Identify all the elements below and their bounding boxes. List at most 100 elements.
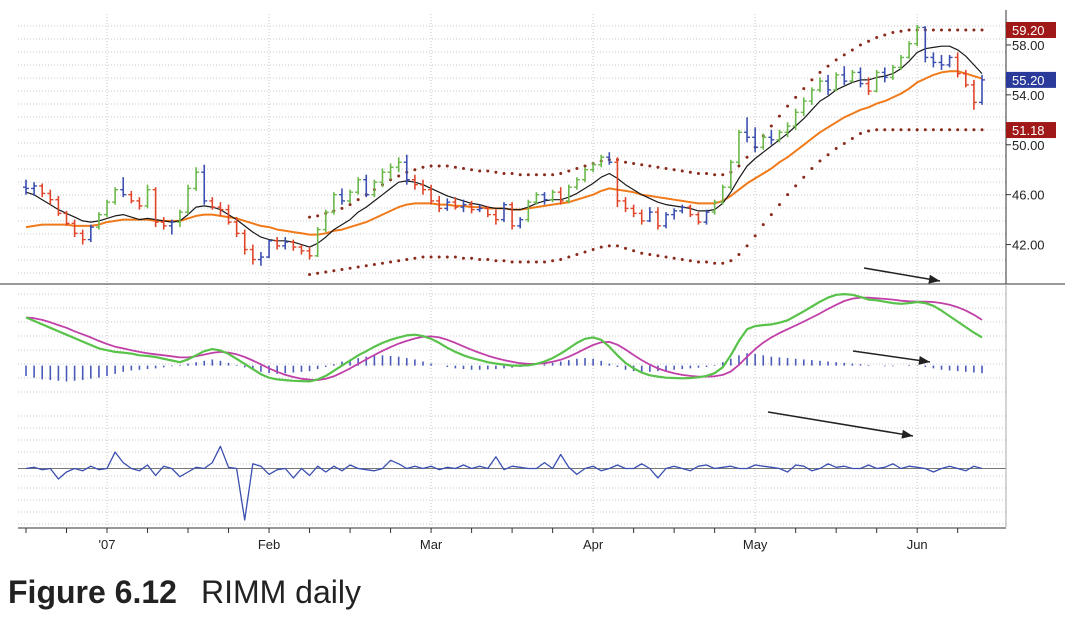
lower-channel-dot	[591, 248, 595, 252]
upper-channel-dot	[980, 28, 984, 32]
upper-channel-dot	[705, 171, 709, 175]
upper-channel-dot	[624, 160, 628, 164]
lower-channel-dot	[494, 259, 498, 263]
lower-channel-dot	[696, 260, 700, 264]
price-label-text: 51.18	[1012, 123, 1045, 138]
upper-channel-dot	[543, 173, 547, 177]
lower-channel-dot	[308, 273, 312, 277]
lower-channel-dot	[818, 159, 822, 163]
lower-channel-dot	[810, 166, 814, 170]
x-tick-label: Feb	[258, 537, 280, 552]
lower-channel-dot	[364, 264, 368, 268]
lower-channel-dot	[753, 234, 757, 238]
y-tick-label: 58.00	[1012, 38, 1045, 53]
x-tick-label: May	[743, 537, 768, 552]
lower-channel-dot	[405, 258, 409, 262]
x-tick-label: Mar	[420, 537, 443, 552]
upper-channel-dot	[340, 206, 344, 210]
upper-channel-dot	[883, 33, 887, 37]
lower-channel-dot	[939, 128, 943, 132]
lower-channel-dot	[615, 244, 619, 248]
price-label-text: 55.20	[1012, 73, 1045, 88]
figure-caption: Figure 6.12 RIMM daily	[8, 574, 361, 611]
lower-channel-dot	[802, 175, 806, 179]
lower-channel-dot	[907, 128, 911, 132]
lower-channel-dot	[429, 255, 433, 259]
lower-channel-dot	[729, 259, 733, 263]
upper-channel-dot	[470, 168, 474, 172]
lower-channel-dot	[551, 259, 555, 263]
upper-channel-dot	[632, 161, 636, 165]
lower-channel-dot	[891, 128, 895, 132]
upper-channel-dot	[794, 95, 798, 99]
upper-channel-dot	[356, 198, 360, 202]
upper-channel-dot	[939, 28, 943, 32]
lower-channel-dot	[769, 213, 773, 217]
y-tick-label: 50.00	[1012, 138, 1045, 153]
upper-channel-dot	[688, 170, 692, 174]
upper-channel-dot	[534, 173, 538, 177]
upper-channel-dot	[551, 173, 555, 177]
lower-channel-dot	[624, 246, 628, 250]
lower-channel-dot	[486, 258, 490, 262]
lower-channel-dot	[761, 223, 765, 227]
lower-channel-dot	[502, 259, 506, 263]
upper-channel-dot	[907, 28, 911, 32]
upper-channel-dot	[810, 78, 814, 82]
upper-channel-dot	[429, 164, 433, 168]
upper-channel-dot	[421, 165, 425, 169]
upper-channel-dot	[461, 166, 465, 170]
upper-channel-dot	[575, 166, 579, 170]
lower-channel-dot	[356, 265, 360, 269]
lower-channel-dot	[461, 256, 465, 260]
upper-channel-dot	[721, 173, 725, 177]
upper-channel-dot	[316, 214, 320, 218]
lower-channel-dot	[834, 147, 838, 151]
lower-channel-dot	[850, 137, 854, 141]
figure-title: RIMM daily	[200, 574, 361, 610]
figure-label: Figure 6.12	[8, 574, 177, 610]
lower-channel-dot	[380, 261, 384, 265]
lower-channel-dot	[672, 256, 676, 260]
lower-channel-dot	[567, 255, 571, 259]
upper-channel-dot	[413, 168, 417, 172]
upper-channel-dot	[713, 173, 717, 177]
y-tick-label: 42.00	[1012, 238, 1045, 253]
lower-channel-dot	[899, 128, 903, 132]
upper-channel-dot	[972, 28, 976, 32]
lower-channel-dot	[956, 128, 960, 132]
lower-channel-dot	[713, 261, 717, 265]
upper-channel-dot	[510, 171, 514, 175]
upper-channel-dot	[526, 173, 530, 177]
lower-channel-dot	[842, 142, 846, 146]
lower-channel-dot	[786, 193, 790, 197]
lower-channel-dot	[543, 260, 547, 264]
upper-channel-dot	[640, 163, 644, 167]
lower-channel-dot	[316, 271, 320, 275]
upper-channel-dot	[826, 64, 830, 68]
upper-channel-dot	[956, 28, 960, 32]
lower-channel-dot	[980, 128, 984, 132]
upper-channel-dot	[818, 70, 822, 74]
lower-channel-dot	[664, 255, 668, 259]
price-label-text: 59.20	[1012, 23, 1045, 38]
chart-background	[0, 0, 1065, 565]
lower-channel-dot	[721, 261, 725, 265]
lower-channel-dot	[680, 258, 684, 262]
upper-channel-dot	[672, 168, 676, 172]
lower-channel-dot	[648, 253, 652, 257]
lower-channel-dot	[777, 203, 781, 207]
lower-channel-dot	[510, 260, 514, 264]
upper-channel-dot	[964, 28, 968, 32]
upper-channel-dot	[583, 164, 587, 168]
lower-channel-dot	[389, 260, 393, 264]
lower-channel-dot	[534, 260, 538, 264]
upper-channel-dot	[745, 155, 749, 159]
lower-channel-dot	[599, 245, 603, 249]
lower-channel-dot	[324, 270, 328, 274]
upper-channel-dot	[842, 53, 846, 57]
upper-channel-dot	[948, 28, 952, 32]
upper-channel-dot	[656, 165, 660, 169]
lower-channel-dot	[972, 128, 976, 132]
lower-channel-dot	[931, 128, 935, 132]
